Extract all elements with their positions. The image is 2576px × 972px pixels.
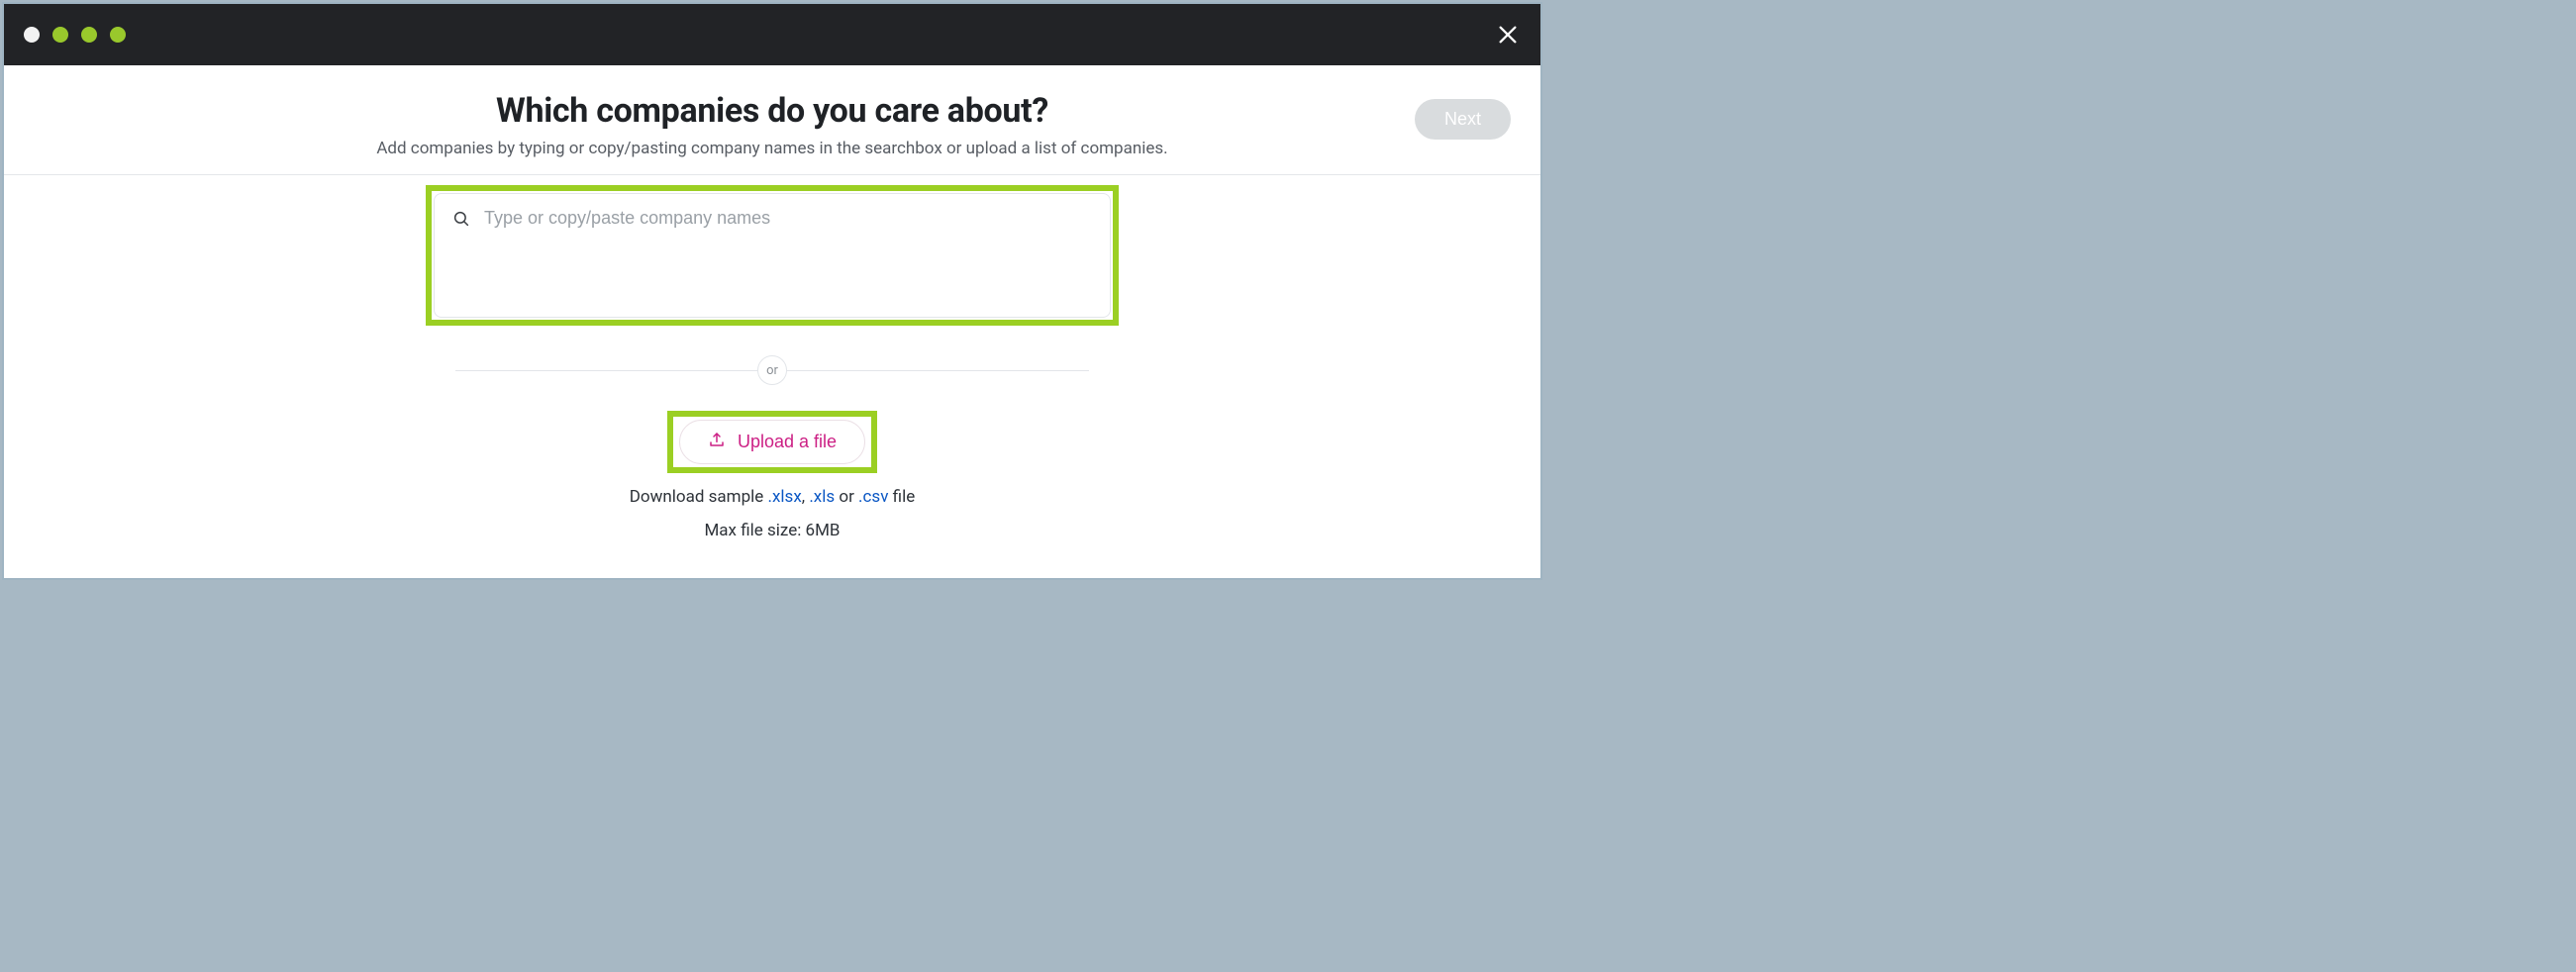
header-section: Which companies do you care about? Add c… [4,65,1540,175]
upload-icon [708,431,726,453]
dot-3-icon [81,27,97,43]
xls-link[interactable]: .xls [809,487,835,507]
company-searchbox[interactable] [434,193,1111,318]
max-file-size-text: Max file size: 6MB [704,521,840,540]
next-button[interactable]: Next [1415,99,1511,140]
modal-window: Which companies do you care about? Add c… [2,2,1542,580]
sample-suffix: file [888,487,915,507]
divider-line-left [455,370,758,371]
xlsx-link[interactable]: .xlsx [768,487,802,507]
content-area: or Upload a file Download sample .xlsx, … [4,175,1540,578]
upload-highlight-frame: Upload a file [667,411,877,473]
sample-prefix: Download sample [630,487,768,507]
or-badge: or [757,355,787,385]
dot-2-icon [52,27,68,43]
window-controls [24,27,126,43]
page-title: Which companies do you care about? [34,91,1511,131]
dot-4-icon [110,27,126,43]
divider-line-right [786,370,1089,371]
company-search-input[interactable] [484,208,1092,229]
search-highlight-frame [426,185,1119,326]
sep2: or [835,487,858,507]
search-icon [452,210,470,232]
download-sample-text: Download sample .xlsx, .xls or .csv file [630,487,915,507]
upload-file-button[interactable]: Upload a file [679,420,865,464]
page-subtitle: Add companies by typing or copy/pasting … [34,139,1511,158]
upload-button-label: Upload a file [738,432,837,452]
or-divider: or [455,355,1089,385]
close-icon[interactable] [1495,22,1521,48]
titlebar [4,4,1540,65]
dot-1-icon [24,27,40,43]
csv-link[interactable]: .csv [858,487,888,507]
